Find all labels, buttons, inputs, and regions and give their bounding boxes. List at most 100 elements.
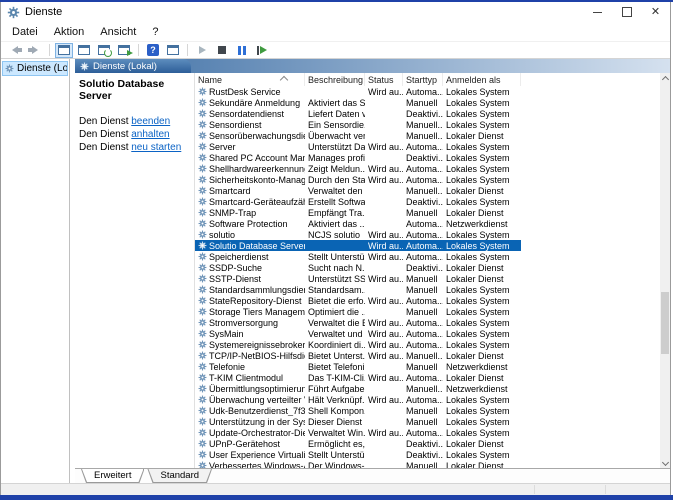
service-name: Smartcard-Geräteaufzählun... xyxy=(209,197,305,207)
table-row[interactable]: Überwachung verteilter Ver...Hält Verknü… xyxy=(195,394,521,405)
service-logon-as: Lokaler Dienst xyxy=(443,438,521,449)
table-row[interactable]: StromversorgungVerwaltet die E...Wird au… xyxy=(195,317,521,328)
service-logon-as: Lokales System xyxy=(443,240,521,251)
stop-service-icon[interactable] xyxy=(213,43,231,58)
menu-ansicht[interactable]: Ansicht xyxy=(92,26,144,38)
table-row[interactable]: solutioNCJS solutioWird au...Automa...Lo… xyxy=(195,229,521,240)
scroll-down-icon[interactable] xyxy=(660,458,670,468)
service-name-cell: Software Protection xyxy=(195,218,305,229)
table-row[interactable]: Sicherheitskonto-ManagerDurch den Sta...… xyxy=(195,174,521,185)
service-description: Stellt Unterstü... xyxy=(305,251,365,262)
service-name-cell: Storage Tiers Management xyxy=(195,306,305,317)
table-row[interactable]: SysMainVerwaltet und ...Wird au...Automa… xyxy=(195,328,521,339)
taskpad-content: Solutio Database Server Den Dienst beend… xyxy=(75,73,670,468)
column-header-anmelden-als[interactable]: Anmelden als xyxy=(443,73,521,86)
restart-service-link[interactable]: neu starten xyxy=(131,142,181,153)
minimize-button[interactable] xyxy=(583,2,612,22)
service-logon-as: Lokaler Dienst xyxy=(443,460,521,468)
table-row[interactable]: User Experience Virtualizati...Stellt Un… xyxy=(195,449,521,460)
menu-aktion[interactable]: Aktion xyxy=(46,26,93,38)
table-row[interactable]: Unterstützung in der Syste...Dieser Dien… xyxy=(195,416,521,427)
service-startup-type: Automa... xyxy=(403,394,443,405)
table-row[interactable]: SensorüberwachungsdienstÜberwacht ver...… xyxy=(195,130,521,141)
service-gear-icon xyxy=(198,384,209,393)
properties-window-icon[interactable] xyxy=(75,43,93,58)
table-row[interactable]: Sekundäre AnmeldungAktiviert das S...Man… xyxy=(195,97,521,108)
scroll-up-icon[interactable] xyxy=(660,73,670,83)
table-row[interactable]: UPnP-GerätehostErmöglicht es,...Deaktivi… xyxy=(195,438,521,449)
table-row[interactable]: ShellhardwareerkennungZeigt Meldun...Wir… xyxy=(195,163,521,174)
menu-hilfe[interactable]: ? xyxy=(144,26,166,38)
table-row[interactable]: SSDP-SucheSucht nach N...Deaktivi...Loka… xyxy=(195,262,521,273)
service-name: RustDesk Service xyxy=(209,87,281,97)
taskpad-tab[interactable]: Dienste (Lokal) xyxy=(75,59,191,73)
table-row[interactable]: SensordienstEin Sensordie...Manuell...Lo… xyxy=(195,119,521,130)
pause-service-icon[interactable] xyxy=(233,43,251,58)
column-header-starttyp[interactable]: Starttyp xyxy=(403,73,443,86)
column-header-beschreibung[interactable]: Beschreibung xyxy=(305,73,365,86)
restart-service-icon[interactable] xyxy=(253,43,271,58)
table-row[interactable]: Standardsammlungsdienst ...Standardsam..… xyxy=(195,284,521,295)
main-area: Dienste (Lokal) Dienste (Lokal) Solutio … xyxy=(1,59,670,483)
service-name: Software Protection xyxy=(209,219,288,229)
service-gear-icon xyxy=(198,395,209,404)
forward-icon[interactable] xyxy=(26,43,44,58)
maximize-button[interactable] xyxy=(612,2,641,22)
service-startup-type: Deaktivi... xyxy=(403,152,443,163)
table-row[interactable]: StateRepository-DienstBietet die erfo...… xyxy=(195,295,521,306)
service-startup-type: Manuell xyxy=(403,361,443,372)
table-row[interactable]: T-KIM ClientmodulDas T-KIM-Cli...Wird au… xyxy=(195,372,521,383)
services-gear-icon xyxy=(5,64,14,73)
table-row[interactable]: Verbessertes Windows-Audi...Der Windows-… xyxy=(195,460,521,468)
table-row[interactable]: SmartcardVerwaltet den ...Manuell...Loka… xyxy=(195,185,521,196)
table-row[interactable]: Shared PC Account ManagerManages profi..… xyxy=(195,152,521,163)
service-description: Hält Verknüpf... xyxy=(305,394,365,405)
scrollbar-thumb[interactable] xyxy=(661,292,669,354)
column-header-status[interactable]: Status xyxy=(365,73,403,86)
new-window-icon[interactable] xyxy=(164,43,182,58)
service-name: T-KIM Clientmodul xyxy=(209,373,283,383)
help-icon[interactable] xyxy=(144,43,162,58)
table-row[interactable]: Smartcard-Geräteaufzählun...Erstellt Sof… xyxy=(195,196,521,207)
service-status: Wird au... xyxy=(365,229,403,240)
table-row[interactable]: RustDesk ServiceWird au...Automa...Lokal… xyxy=(195,86,521,97)
table-row[interactable]: SpeicherdienstStellt Unterstü...Wird au.… xyxy=(195,251,521,262)
table-row[interactable]: SensordatendienstLiefert Daten v...Deakt… xyxy=(195,108,521,119)
vertical-scrollbar[interactable] xyxy=(660,73,670,468)
service-name: Standardsammlungsdienst ... xyxy=(209,285,305,295)
service-startup-type: Automa... xyxy=(403,427,443,438)
service-startup-type: Automa... xyxy=(403,163,443,174)
table-row[interactable]: TelefonieBietet Telefoni...ManuellNetzwe… xyxy=(195,361,521,372)
tab-erweitert[interactable]: Erweitert xyxy=(82,469,143,482)
table-row[interactable]: TCP/IP-NetBIOS-HilfsdienstBietet Unterst… xyxy=(195,350,521,361)
service-name-cell: Sensorüberwachungsdienst xyxy=(195,130,305,141)
table-row[interactable]: ServerUnterstützt Da...Wird au...Automa.… xyxy=(195,141,521,152)
table-row[interactable]: SystemereignissebrokerKoordiniert di...W… xyxy=(195,339,521,350)
service-name: SSTP-Dienst xyxy=(209,274,261,284)
tab-standard[interactable]: Standard xyxy=(148,469,211,482)
service-startup-type: Automa... xyxy=(403,372,443,383)
table-row[interactable]: SSTP-DienstUnterstützt SS...Wird au...Ma… xyxy=(195,273,521,284)
menu-datei[interactable]: Datei xyxy=(4,26,46,38)
service-startup-type: Deaktivi... xyxy=(403,438,443,449)
table-row[interactable]: Storage Tiers ManagementOptimiert die ..… xyxy=(195,306,521,317)
service-startup-type: Manuell xyxy=(403,416,443,427)
service-name: Überwachung verteilter Ver... xyxy=(209,395,305,405)
table-row[interactable]: Solutio Database ServerWird au...Automa.… xyxy=(195,240,521,251)
table-row[interactable]: ÜbermittlungsoptimierungFührt Aufgabe...… xyxy=(195,383,521,394)
back-icon[interactable] xyxy=(6,43,24,58)
export-list-icon[interactable] xyxy=(115,43,133,58)
close-button[interactable]: ✕ xyxy=(641,2,670,22)
refresh-icon[interactable] xyxy=(95,43,113,58)
service-name: Shellhardwareerkennung xyxy=(209,164,305,174)
table-row[interactable]: SNMP-TrapEmpfängt Tra...ManuellLokaler D… xyxy=(195,207,521,218)
table-row[interactable]: Udk-Benutzerdienst_7f3dbShell Kompon...M… xyxy=(195,405,521,416)
table-row[interactable]: Software ProtectionAktiviert das ...Auto… xyxy=(195,218,521,229)
table-row[interactable]: Update-Orchestrator-DienstVerwaltet Win.… xyxy=(195,427,521,438)
stop-service-link[interactable]: beenden xyxy=(131,116,170,127)
show-console-tree-icon[interactable] xyxy=(55,43,73,58)
service-logon-as: Lokales System xyxy=(443,229,521,240)
tree-item-dienste-lokal[interactable]: Dienste (Lokal) xyxy=(2,61,68,76)
start-service-icon[interactable] xyxy=(193,43,211,58)
pause-service-link[interactable]: anhalten xyxy=(131,129,169,140)
